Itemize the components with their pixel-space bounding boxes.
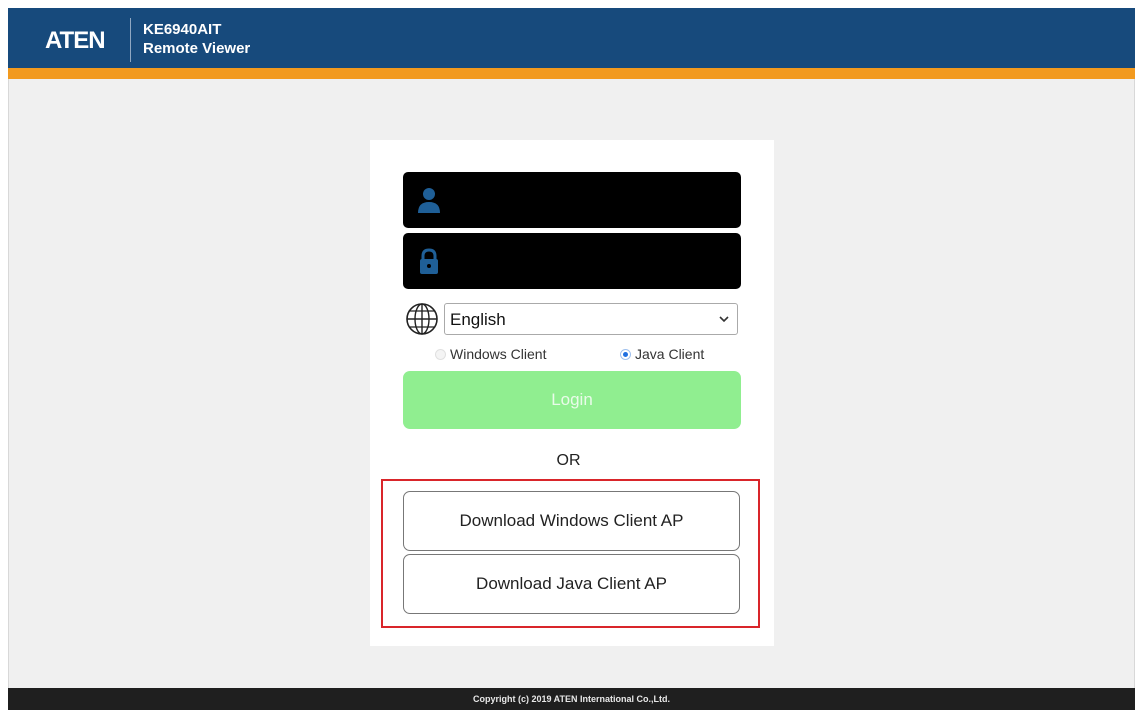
windows-client-radio[interactable] xyxy=(435,349,446,360)
aten-logo: ATEN xyxy=(45,27,106,54)
language-select[interactable]: English xyxy=(444,303,738,335)
product-name: Remote Viewer xyxy=(143,40,251,57)
download-windows-client-button[interactable]: Download Windows Client AP xyxy=(403,491,740,551)
chevron-down-icon xyxy=(719,316,729,323)
product-model: KE6940AIT xyxy=(143,21,222,38)
java-client-label: Java Client xyxy=(635,346,705,362)
header-accent-bar xyxy=(8,68,1135,79)
product-title: KE6940AIT Remote Viewer xyxy=(143,20,250,58)
windows-client-option[interactable]: Windows Client xyxy=(435,346,546,364)
username-field[interactable] xyxy=(403,172,741,228)
password-field[interactable] xyxy=(403,233,741,289)
lock-icon xyxy=(420,248,438,274)
user-icon xyxy=(418,188,440,213)
download-java-client-button[interactable]: Download Java Client AP xyxy=(403,554,740,614)
language-value: English xyxy=(450,310,506,329)
login-button[interactable]: Login xyxy=(403,371,741,429)
java-client-option[interactable]: Java Client xyxy=(620,346,704,364)
java-client-radio[interactable] xyxy=(620,349,631,360)
copyright-footer: Copyright (c) 2019 ATEN International Co… xyxy=(8,688,1135,710)
or-separator: OR xyxy=(556,452,581,469)
globe-icon xyxy=(406,303,438,335)
header-divider xyxy=(130,18,131,62)
windows-client-label: Windows Client xyxy=(450,346,547,362)
